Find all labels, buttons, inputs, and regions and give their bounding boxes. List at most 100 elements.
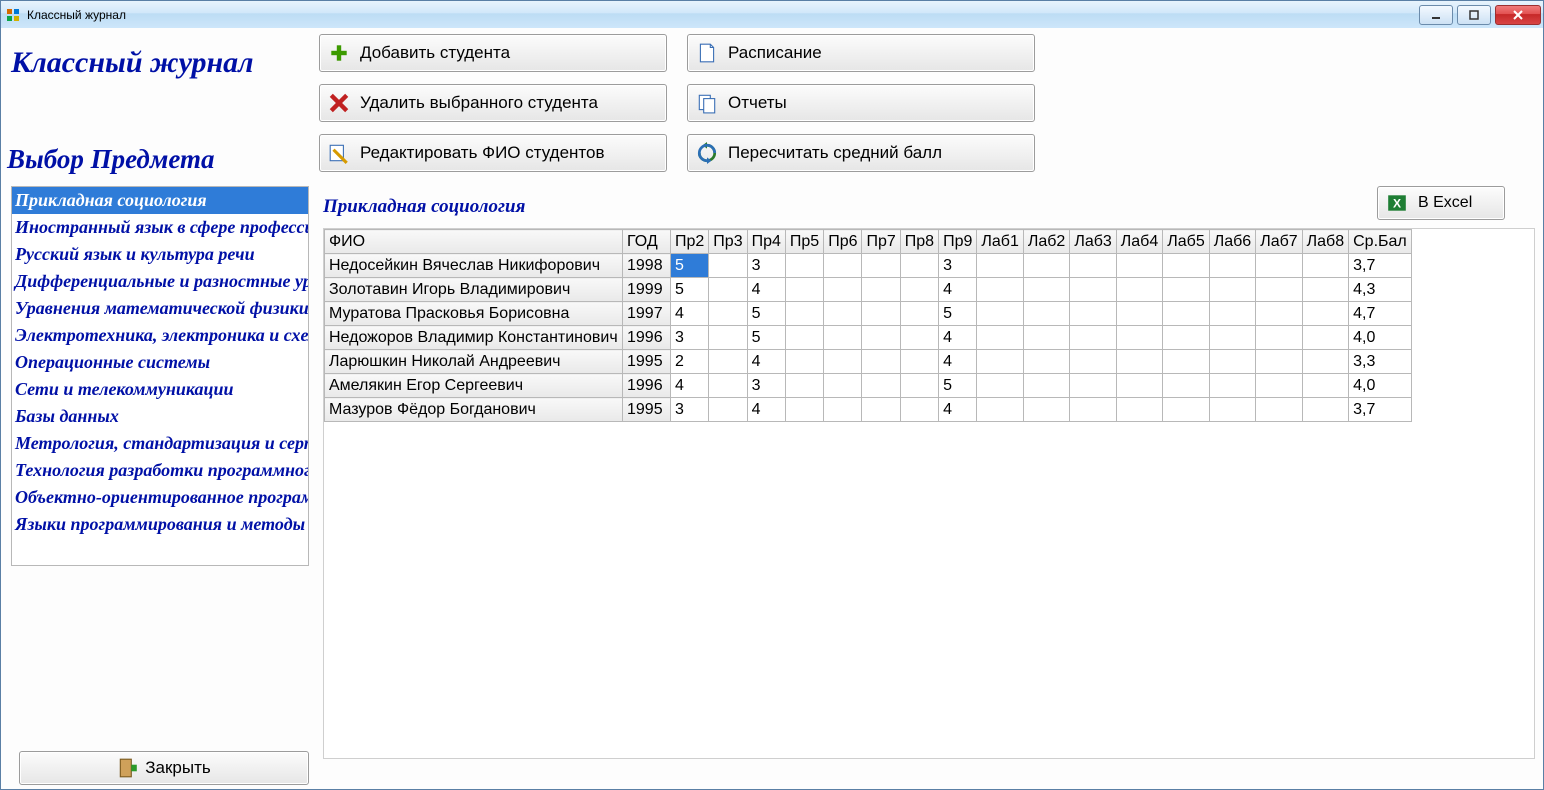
table-cell[interactable] [1163, 350, 1209, 374]
table-cell[interactable] [1302, 326, 1348, 350]
table-cell[interactable] [977, 326, 1023, 350]
column-header[interactable]: Лаб4 [1116, 230, 1162, 254]
close-window-button[interactable] [1495, 5, 1541, 25]
column-header[interactable]: Пр8 [900, 230, 938, 254]
table-cell[interactable] [1256, 302, 1302, 326]
table-cell[interactable] [785, 278, 823, 302]
export-excel-button[interactable]: X В Excel [1377, 186, 1505, 220]
table-cell[interactable] [900, 278, 938, 302]
table-cell[interactable]: 4 [939, 278, 977, 302]
table-cell[interactable] [709, 326, 747, 350]
table-cell[interactable] [1209, 398, 1255, 422]
table-cell[interactable] [862, 374, 900, 398]
table-cell[interactable] [977, 302, 1023, 326]
edit-students-button[interactable]: Редактировать ФИО студентов [319, 134, 667, 172]
table-cell[interactable]: 5 [747, 326, 785, 350]
table-cell[interactable] [785, 254, 823, 278]
column-header[interactable]: Пр3 [709, 230, 747, 254]
table-cell[interactable]: 4 [747, 350, 785, 374]
table-cell[interactable]: 4,0 [1349, 374, 1412, 398]
table-cell[interactable]: 4 [671, 302, 709, 326]
table-cell[interactable]: 1998 [623, 254, 671, 278]
table-cell[interactable] [1209, 374, 1255, 398]
table-cell[interactable]: 5 [671, 278, 709, 302]
table-cell[interactable]: 5 [939, 374, 977, 398]
table-cell[interactable]: Недосейкин Вячеслав Никифорович [325, 254, 623, 278]
subject-list-item[interactable]: Уравнения математической физики [12, 295, 308, 322]
table-cell[interactable]: 4 [747, 398, 785, 422]
subject-list-item[interactable]: Метрология, стандартизация и сертификаци… [12, 430, 308, 457]
column-header[interactable]: Лаб7 [1256, 230, 1302, 254]
table-cell[interactable]: 3 [747, 374, 785, 398]
table-cell[interactable] [1302, 350, 1348, 374]
table-cell[interactable] [1116, 254, 1162, 278]
subject-list-item[interactable]: Русский язык и культура речи [12, 241, 308, 268]
table-cell[interactable] [1070, 398, 1116, 422]
table-cell[interactable]: Недожоров Владимир Константинович [325, 326, 623, 350]
table-cell[interactable] [1070, 374, 1116, 398]
table-cell[interactable]: Муратова Прасковья Борисовна [325, 302, 623, 326]
column-header[interactable]: Пр2 [671, 230, 709, 254]
table-cell[interactable] [824, 326, 862, 350]
table-cell[interactable] [1023, 374, 1069, 398]
table-cell[interactable]: Ларюшкин Николай Андреевич [325, 350, 623, 374]
table-cell[interactable] [862, 278, 900, 302]
table-cell[interactable] [1116, 278, 1162, 302]
column-header[interactable]: Ср.Бал [1349, 230, 1412, 254]
table-row[interactable]: Золотавин Игорь Владимирович19995444,3 [325, 278, 1412, 302]
table-cell[interactable] [785, 350, 823, 374]
column-header[interactable]: Лаб2 [1023, 230, 1069, 254]
table-cell[interactable] [1070, 278, 1116, 302]
table-cell[interactable] [1070, 254, 1116, 278]
table-row[interactable]: Муратова Прасковья Борисовна19974554,7 [325, 302, 1412, 326]
table-cell[interactable] [1256, 278, 1302, 302]
table-cell[interactable] [1302, 278, 1348, 302]
table-cell[interactable]: 3,7 [1349, 398, 1412, 422]
column-header[interactable]: Лаб6 [1209, 230, 1255, 254]
table-cell[interactable]: 1997 [623, 302, 671, 326]
table-cell[interactable] [1302, 254, 1348, 278]
table-cell[interactable] [1023, 302, 1069, 326]
add-student-button[interactable]: Добавить студента [319, 34, 667, 72]
table-cell[interactable]: 5 [671, 254, 709, 278]
table-row[interactable]: Ларюшкин Николай Андреевич19952443,3 [325, 350, 1412, 374]
subject-list-item[interactable]: Языки программирования и методы трансляц… [12, 511, 308, 538]
subject-list-item[interactable]: Дифференциальные и разностные уравнения [12, 268, 308, 295]
table-cell[interactable] [1070, 350, 1116, 374]
column-header[interactable]: ФИО [325, 230, 623, 254]
table-cell[interactable] [977, 374, 1023, 398]
table-cell[interactable]: 1999 [623, 278, 671, 302]
subject-list-item[interactable]: Электротехника, электроника и схемотехни… [12, 322, 308, 349]
table-cell[interactable] [900, 326, 938, 350]
table-cell[interactable] [1023, 254, 1069, 278]
students-grid[interactable]: ФИОГОДПр2Пр3Пр4Пр5Пр6Пр7Пр8Пр9Лаб1Лаб2Ла… [324, 229, 1412, 422]
table-cell[interactable] [785, 374, 823, 398]
table-cell[interactable]: Золотавин Игорь Владимирович [325, 278, 623, 302]
maximize-button[interactable] [1457, 5, 1491, 25]
table-cell[interactable] [1023, 326, 1069, 350]
table-cell[interactable] [824, 350, 862, 374]
table-cell[interactable]: 2 [671, 350, 709, 374]
table-cell[interactable] [1209, 350, 1255, 374]
table-cell[interactable]: 4 [939, 326, 977, 350]
table-cell[interactable] [1209, 302, 1255, 326]
table-row[interactable]: Недожоров Владимир Константинович1996354… [325, 326, 1412, 350]
column-header[interactable]: Лаб3 [1070, 230, 1116, 254]
table-cell[interactable] [1209, 326, 1255, 350]
table-cell[interactable] [900, 350, 938, 374]
table-cell[interactable] [900, 374, 938, 398]
table-cell[interactable] [1302, 374, 1348, 398]
table-cell[interactable] [1116, 302, 1162, 326]
table-cell[interactable] [1116, 374, 1162, 398]
table-cell[interactable] [862, 326, 900, 350]
table-cell[interactable] [824, 374, 862, 398]
table-cell[interactable]: 4 [939, 350, 977, 374]
table-cell[interactable] [1023, 350, 1069, 374]
table-cell[interactable] [1023, 398, 1069, 422]
subject-list-item[interactable]: Базы данных [12, 403, 308, 430]
table-cell[interactable] [862, 350, 900, 374]
table-cell[interactable]: 4,3 [1349, 278, 1412, 302]
table-cell[interactable] [862, 398, 900, 422]
table-cell[interactable] [1256, 374, 1302, 398]
table-cell[interactable] [862, 254, 900, 278]
